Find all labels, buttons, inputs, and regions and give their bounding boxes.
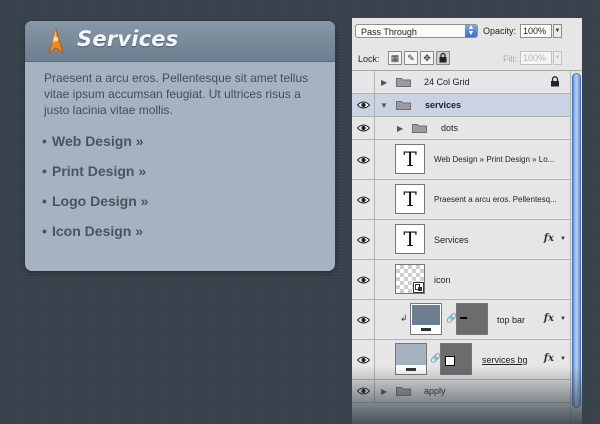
fx-icon[interactable]: fx [544,353,554,364]
card-header-bar: Services [25,21,335,62]
smart-object-badge-icon [413,282,424,293]
layer-name: apply [424,386,446,396]
eye-icon[interactable] [352,220,375,259]
lock-position-move-icon[interactable]: ✥ [420,51,434,65]
eye-icon[interactable] [352,300,375,339]
lock-pixels-brush-icon[interactable]: ✎ [404,51,418,65]
expand-arrow-icon[interactable]: ▶ [381,71,387,93]
layer-thumbnail [410,303,442,335]
layer-name: services bg [482,355,528,365]
folder-icon [412,124,427,133]
folder-icon [396,78,411,87]
lock-icon [551,76,559,87]
effects-expand-arrow-icon[interactable]: ▼ [560,356,566,362]
eye-icon[interactable] [352,340,375,379]
lock-row: Lock: ▦ ✎ ✥ Fill: 100% ▼ [352,46,582,71]
link-icon-design[interactable]: • Icon Design » [42,223,148,253]
expand-arrow-icon[interactable]: ▶ [381,380,387,402]
eye-icon[interactable] [352,140,375,179]
panel-top-row: Pass Through ▲ ▼ Opacity: 100% ▼ [352,18,582,46]
lock-transparency-button[interactable]: ▦ [388,51,402,65]
text-layer-thumbnail: T [395,184,425,214]
layer-name: 24 Col Grid [424,77,470,87]
card-title: Services [77,27,179,51]
layer-name: Praesent a arcu eros. Pellentesq... [434,195,557,204]
layer-mask-thumbnail[interactable] [440,343,472,375]
fx-icon[interactable]: fx [544,313,554,324]
folder-icon [396,101,411,110]
layer-name: dots [441,123,459,133]
layer-row-services-text[interactable]: T Services fx ▼ [352,220,570,260]
eye-icon[interactable] [352,180,375,219]
service-links: • Web Design » • Print Design » • Logo Desi… [42,133,148,253]
layer-row-icon[interactable]: icon [352,260,570,300]
layer-row-services-bg[interactable]: 🔗 services bg fx ▼ [352,340,570,380]
link-print-design[interactable]: • Print Design » [42,163,148,193]
lock-all-icon[interactable] [436,51,450,65]
layer-name: Web Design » Print Design » Lo... [434,155,555,164]
layer-row-praesent-text[interactable]: T Praesent a arcu eros. Pellentesq... [352,180,570,220]
effects-expand-arrow-icon[interactable]: ▼ [560,236,566,242]
layer-name: Services [434,235,469,245]
layer-row-dots[interactable]: ▶ dots [352,117,570,140]
layer-row-24-col-grid[interactable]: ▶ 24 Col Grid [352,71,570,94]
expand-arrow-icon[interactable]: ▶ [397,117,403,139]
opacity-label: Opacity: [483,26,517,36]
lock-label: Lock: [358,54,380,64]
eye-icon[interactable] [352,94,375,116]
text-layer-thumbnail: T [395,144,425,174]
scrollbar-thumb[interactable] [572,73,581,408]
link-logo-design[interactable]: • Logo Design » [42,193,148,223]
layer-name: top bar [497,315,526,325]
layer-row-web-design-text[interactable]: T Web Design » Print Design » Lo... [352,140,570,180]
eye-icon[interactable] [352,117,375,139]
effects-expand-arrow-icon[interactable]: ▼ [560,316,566,322]
layer-row-apply[interactable]: ▶ apply [352,380,570,403]
fill-label: Fill: [503,54,517,64]
layer-mask-thumbnail[interactable] [456,303,488,335]
layer-row-services-group[interactable]: ▼ services [352,94,570,117]
opacity-input[interactable]: 100% [520,24,552,38]
text-layer-thumbnail: T [395,224,425,254]
smart-object-thumbnail [395,264,425,294]
fill-dropdown-button[interactable]: ▼ [553,51,562,65]
fx-icon[interactable]: fx [544,233,554,244]
eye-icon[interactable] [352,260,375,299]
layer-row-top-bar[interactable]: ↲ 🔗 top bar fx ▼ [352,300,570,340]
card-body-text: Praesent a arcu eros. Pellentesque sit a… [44,71,309,117]
collapse-arrow-icon[interactable]: ▼ [380,94,388,116]
visibility-toggle-empty[interactable] [352,71,375,93]
layer-name: icon [434,275,451,285]
services-card: Services Praesent a arcu eros. Pellentes… [25,21,335,271]
layers-panel: Pass Through ▲ ▼ Opacity: 100% ▼ Lock: ▦ … [352,18,582,424]
link-web-design[interactable]: • Web Design » [42,133,148,163]
layer-thumbnail [395,343,427,375]
layers-list: ▶ 24 Col Grid ▼ services ▶ dots T Web De… [352,71,570,403]
layers-scrollbar[interactable] [570,71,582,424]
layer-name: services [425,100,462,110]
select-arrows-icon: ▲ ▼ [465,24,477,37]
fill-input[interactable]: 100% [520,51,552,65]
folder-icon [396,387,411,396]
blend-mode-select[interactable]: Pass Through ▲ ▼ [355,24,478,38]
opacity-dropdown-button[interactable]: ▼ [553,24,562,38]
clipping-mask-arrow-icon: ↲ [400,313,408,323]
rocket-icon [48,27,64,55]
eye-icon[interactable] [352,380,375,402]
